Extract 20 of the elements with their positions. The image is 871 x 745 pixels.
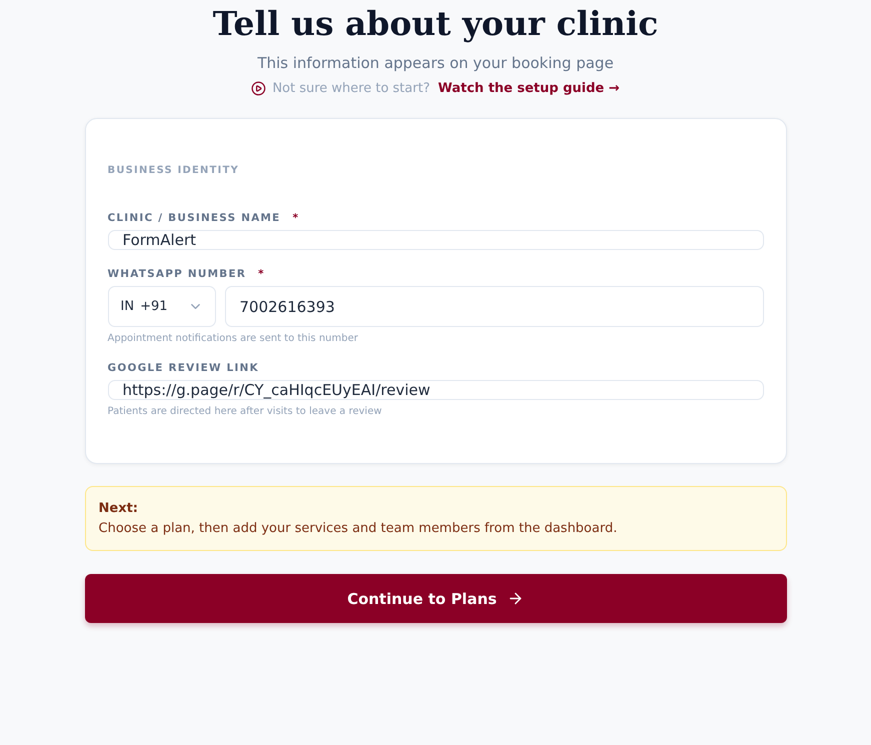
text-input[interactable]: FormAlert — [108, 230, 764, 250]
field-hint: Patients are directed here after visits to leave a review — [108, 406, 383, 417]
field-hint: Appointment notifications are sent to this number — [108, 333, 359, 344]
text-input[interactable]: https://g.page/r/CY_caHIqcEUyEAI/review — [108, 380, 764, 400]
phone-input[interactable]: 7002616393 — [224, 286, 764, 327]
section-title: BUSINESS IDENTITY — [108, 165, 240, 176]
field-label: WHATSAPP NUMBER — [108, 268, 246, 280]
field-label: CLINIC / BUSINESS NAME — [108, 212, 281, 224]
required-mark: * — [292, 212, 300, 224]
required-mark: * — [258, 268, 265, 280]
continue-button[interactable]: Continue to Plans — [84, 574, 786, 623]
setup-guide-link[interactable]: Watch the setup guide → — [438, 81, 620, 96]
notice-title: Next: — [98, 501, 139, 516]
play-icon — [251, 81, 266, 96]
country-code-select[interactable]: IN +91 — [108, 286, 216, 327]
notice-text: Choose a plan, then add your services and team members from the dashboard. — [98, 521, 618, 536]
help-prompt: Not sure where to start? — [272, 81, 430, 96]
page-subtitle: This information appears on your booking page — [257, 54, 614, 72]
page-title: Tell us about your clinic — [212, 3, 658, 45]
field-label: GOOGLE REVIEW LINK — [108, 362, 259, 374]
